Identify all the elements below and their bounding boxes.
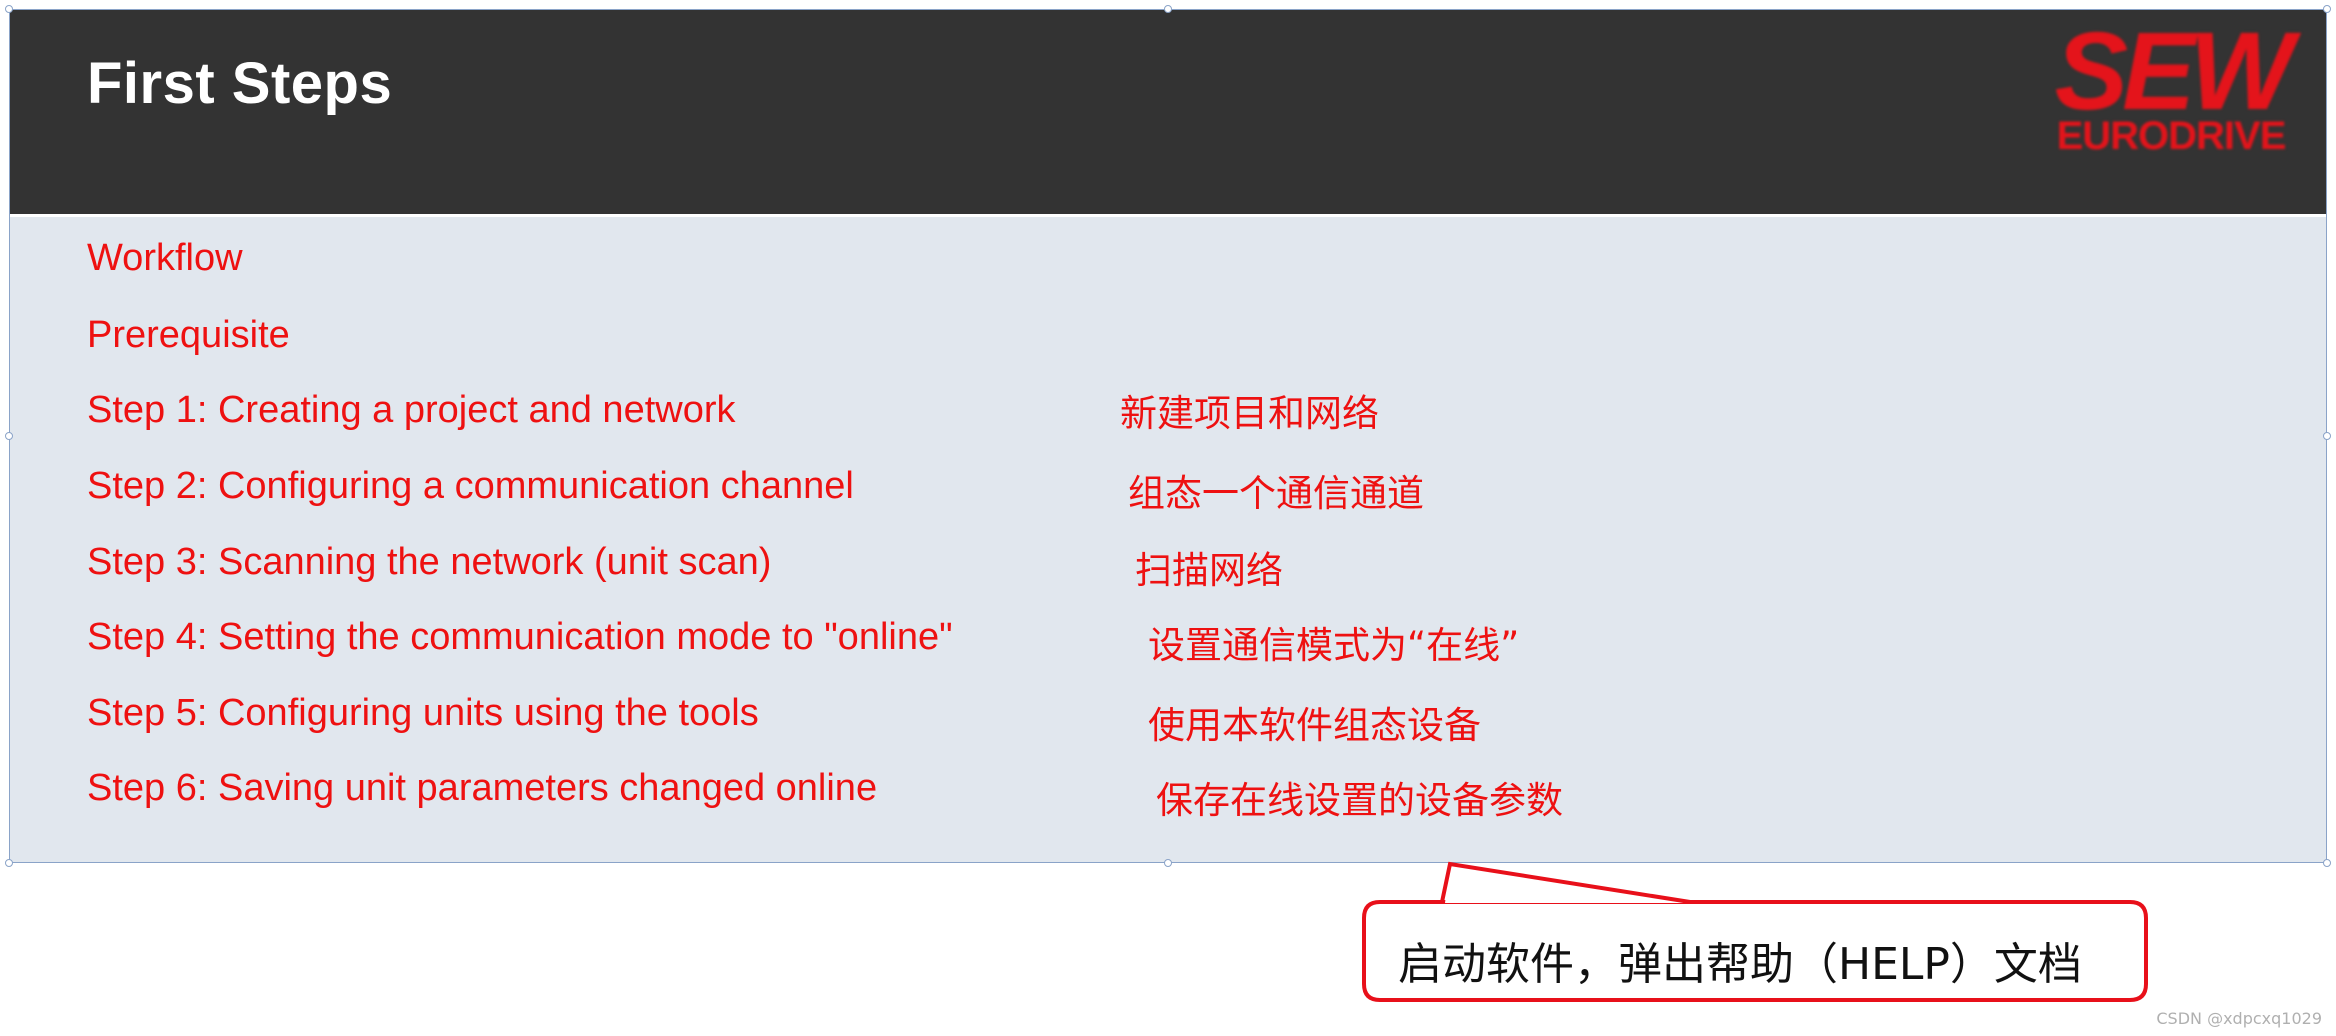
link-step-6[interactable]: Step 6: Saving unit parameters changed o… <box>87 767 877 810</box>
selection-handle[interactable] <box>2323 859 2331 867</box>
link-step-4[interactable]: Step 4: Setting the communication mode t… <box>87 616 953 659</box>
sew-eurodrive-logo: SEW EURODRIVE <box>2046 10 2296 160</box>
logo-main-text: SEW <box>2054 10 2294 133</box>
help-header: First Steps SEW EURODRIVE <box>10 10 2326 217</box>
watermark: CSDN @xdpcxq1029 <box>2156 1009 2322 1028</box>
selection-handle[interactable] <box>5 5 13 13</box>
selection-handle[interactable] <box>5 432 13 440</box>
help-panel: First Steps SEW EURODRIVE Workflow Prere… <box>9 9 2327 863</box>
page-title: First Steps <box>87 51 393 116</box>
selection-handle[interactable] <box>5 859 13 867</box>
note-step-1: 新建项目和网络 <box>1120 392 1379 435</box>
link-step-5[interactable]: Step 5: Configuring units using the tool… <box>87 692 759 735</box>
link-step-1[interactable]: Step 1: Creating a project and network <box>87 389 736 432</box>
selection-handle[interactable] <box>2323 5 2331 13</box>
selection-handle[interactable] <box>1164 5 1172 13</box>
callout-text: 启动软件，弹出帮助（HELP）文档 <box>1398 939 2082 990</box>
selection-handle[interactable] <box>2323 432 2331 440</box>
link-step-2[interactable]: Step 2: Configuring a communication chan… <box>87 465 854 508</box>
screenshot-canvas: First Steps SEW EURODRIVE Workflow Prere… <box>0 0 2336 1036</box>
logo-sub-text: EURODRIVE <box>2056 114 2287 158</box>
note-step-6: 保存在线设置的设备参数 <box>1156 779 1563 822</box>
note-step-5: 使用本软件组态设备 <box>1148 704 1481 747</box>
link-prerequisite[interactable]: Prerequisite <box>87 314 290 357</box>
note-step-3: 扫描网络 <box>1135 549 1283 592</box>
link-workflow[interactable]: Workflow <box>87 237 243 280</box>
selection-handle[interactable] <box>1164 859 1172 867</box>
note-step-4: 设置通信模式为“在线” <box>1148 624 1520 667</box>
link-step-3[interactable]: Step 3: Scanning the network (unit scan) <box>87 541 771 584</box>
note-step-2: 组态一个通信通道 <box>1128 472 1424 515</box>
